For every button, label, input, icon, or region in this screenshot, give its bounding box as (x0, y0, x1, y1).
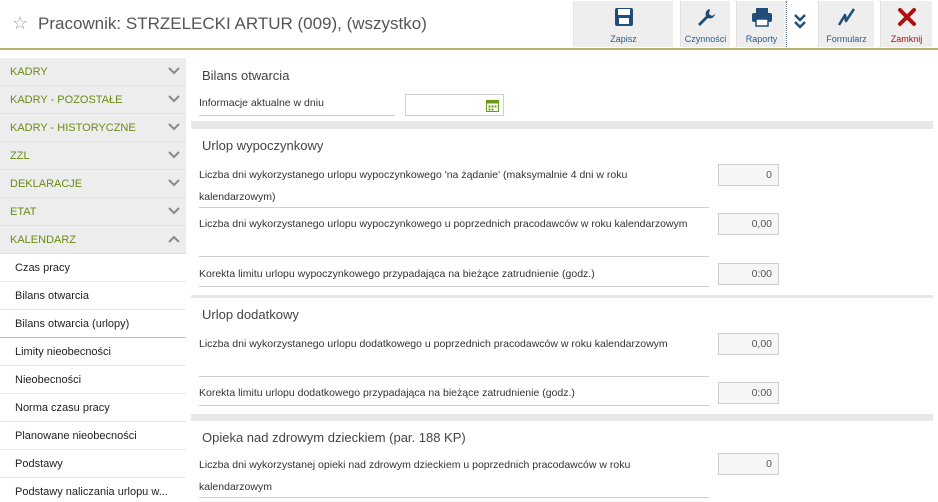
page-title: Pracownik: STRZELECKI ARTUR (009), (wszy… (38, 14, 427, 33)
double-chevron-down-icon (793, 14, 806, 29)
sidebar-section-deklaracje[interactable]: DEKLARACJE (0, 170, 186, 198)
row-label: Liczba dni wykorzystanego urlopu wypoczy… (199, 169, 628, 181)
sidebar-item-label: Podstawy (15, 458, 63, 470)
sidebar-item-label: Czas pracy (15, 262, 71, 274)
sidebar-item-label: Bilans otwarcia (15, 290, 89, 302)
more-button[interactable] (786, 1, 812, 47)
row-divider (199, 405, 709, 406)
sidebar: KADRY KADRY - POZOSTAŁE KADRY - HISTORYC… (0, 58, 186, 502)
limit-correction-field[interactable]: 0:00 (718, 263, 779, 285)
sidebar-item-label: Limity nieobecności (15, 346, 111, 358)
close-label: Zamknij (890, 34, 923, 44)
form-label: Formularz (826, 34, 867, 44)
sidebar-item-bilans-otwarcia[interactable]: Bilans otwarcia (0, 282, 186, 310)
actions-label: Czynności (684, 34, 727, 44)
sidebar-section-etat[interactable]: ETAT (0, 198, 186, 226)
row-label: Korekta limitu urlopu dodatkowego przypa… (199, 387, 575, 399)
additional-limit-correction-field[interactable]: 0:00 (718, 382, 779, 404)
chevron-down-icon (168, 123, 180, 131)
card-title: Urlop dodatkowy (202, 307, 299, 322)
printer-icon (751, 8, 772, 27)
card-title: Bilans otwarcia (202, 68, 290, 83)
save-label: Zapisz (610, 34, 637, 44)
section-label: ETAT (10, 206, 37, 218)
chevron-up-icon (168, 235, 180, 243)
row-label: Liczba dni wykorzystanego urlopu wypoczy… (199, 218, 688, 230)
sidebar-item-label: Nieobecności (15, 374, 82, 386)
on-demand-days-field[interactable]: 0 (718, 164, 779, 186)
chevron-down-icon (168, 179, 180, 187)
row-divider (199, 256, 709, 257)
sidebar-item-label: Podstawy naliczania urlopu w... (15, 486, 168, 498)
sidebar-item-podstawy[interactable]: Podstawy (0, 450, 186, 478)
header: ☆ Pracownik: STRZELECKI ARTUR (009), (ws… (0, 0, 938, 48)
card-title: Urlop wypoczynkowy (202, 138, 324, 153)
row-label: Liczba dni wykorzystanego urlopu dodatko… (199, 338, 668, 350)
wrench-icon (697, 9, 715, 26)
actions-button[interactable]: Czynności (680, 1, 730, 47)
section-label: DEKLARACJE (10, 178, 83, 190)
chevron-down-icon (168, 207, 180, 215)
save-button[interactable]: Zapisz (573, 1, 673, 47)
section-label: KADRY - POZOSTAŁE (10, 94, 123, 106)
row-divider (199, 497, 709, 498)
date-label: Informacje aktualne w dniu (199, 97, 324, 109)
sidebar-section-kadry-pozostale[interactable]: KADRY - POZOSTAŁE (0, 86, 186, 114)
sidebar-section-kadry-historyczne[interactable]: KADRY - HISTORYCZNE (0, 114, 186, 142)
sidebar-item-nieobecnosci[interactable]: Nieobecności (0, 366, 186, 394)
sidebar-item-norma-czasu-pracy[interactable]: Norma czasu pracy (0, 394, 186, 422)
star-icon[interactable]: ☆ (12, 14, 28, 32)
floppy-disk-icon (614, 8, 633, 26)
signature-icon (837, 8, 855, 26)
row-label: Liczba dni wykorzystanej opieki nad zdro… (199, 459, 631, 471)
close-icon (897, 8, 916, 26)
section-label: KADRY - HISTORYCZNE (10, 122, 136, 134)
sidebar-item-label: Norma czasu pracy (15, 402, 110, 414)
previous-employers-days-field[interactable]: 0,00 (718, 213, 779, 235)
urlop-wypoczynkowy-card: Urlop wypoczynkowy Liczba dni wykorzysta… (191, 129, 933, 295)
calendar-icon (486, 100, 499, 112)
chevron-down-icon (168, 67, 180, 75)
section-label: KADRY (10, 66, 48, 78)
reports-button[interactable]: Raporty (736, 1, 786, 47)
chevron-down-icon (168, 95, 180, 103)
row-label: Korekta limitu urlopu wypoczynkowego prz… (199, 268, 595, 280)
sidebar-item-label: Planowane nieobecności (15, 430, 137, 442)
row-divider (199, 207, 709, 208)
childcare-days-field[interactable]: 0 (718, 453, 779, 475)
sidebar-item-limity-nieobecnosci[interactable]: Limity nieobecności (0, 338, 186, 366)
sidebar-section-kadry[interactable]: KADRY (0, 58, 186, 86)
bilans-card: Bilans otwarcia Informacje aktualne w dn… (191, 58, 933, 121)
sidebar-item-podstawy-naliczania-urlopu[interactable]: Podstawy naliczania urlopu w... (0, 478, 186, 502)
form-button[interactable]: Formularz (818, 1, 874, 47)
sidebar-section-zzl[interactable]: ZZL (0, 142, 186, 170)
sidebar-item-planowane-nieobecnosci[interactable]: Planowane nieobecności (0, 422, 186, 450)
chevron-down-icon (168, 151, 180, 159)
sidebar-item-czas-pracy[interactable]: Czas pracy (0, 254, 186, 282)
sidebar-item-label: Bilans otwarcia (urlopy) (15, 318, 130, 330)
opieka-card: Opieka nad zdrowym dzieckiem (par. 188 K… (191, 421, 933, 502)
additional-leave-days-field[interactable]: 0,00 (718, 333, 779, 355)
sidebar-section-kalendarz[interactable]: KALENDARZ (0, 226, 186, 254)
row-divider (199, 376, 709, 377)
header-divider (0, 48, 938, 50)
reports-label: Raporty (745, 34, 778, 44)
row-label: kalendarzowym) (199, 191, 276, 203)
sidebar-item-bilans-otwarcia-urlopy[interactable]: Bilans otwarcia (urlopy) (0, 310, 186, 338)
main-content: Bilans otwarcia Informacje aktualne w dn… (191, 58, 933, 502)
row-label: kalendarzowym (199, 481, 272, 493)
close-button[interactable]: Zamknij (880, 1, 932, 47)
section-label: ZZL (10, 150, 30, 162)
section-label: KALENDARZ (10, 234, 77, 246)
date-field[interactable] (405, 94, 504, 116)
row-divider (199, 286, 709, 287)
urlop-dodatkowy-card: Urlop dodatkowy Liczba dni wykorzystaneg… (191, 298, 933, 414)
row-divider (199, 115, 395, 116)
card-title: Opieka nad zdrowym dzieckiem (par. 188 K… (202, 430, 466, 445)
